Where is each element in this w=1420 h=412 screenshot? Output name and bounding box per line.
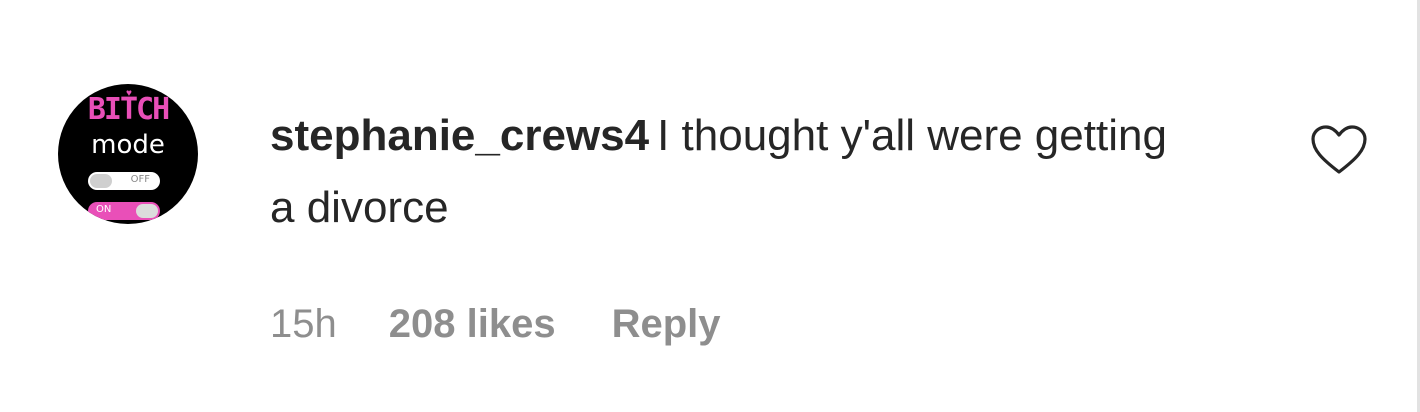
toggle-knob [136,204,158,218]
avatar-toggle-on: ON [88,202,160,220]
avatar[interactable]: ♥ BITCH mode OFF ON [58,84,198,224]
avatar-text-line1: BITCH [87,92,170,127]
reply-button[interactable]: Reply [612,302,721,347]
comment-body: stephanie_crews4 I thought y'all were get… [270,100,1170,244]
avatar-toggle-off: OFF [88,172,160,190]
toggle-off-label: OFF [130,174,150,185]
avatar-text-line2: mode [91,130,165,160]
heart-outline-icon[interactable] [1310,124,1368,176]
comment-row: ♥ BITCH mode OFF ON stephanie_crews4 I th… [0,0,1420,412]
comment-meta: 15h 208 likes Reply [270,302,721,347]
comment-like-count[interactable]: 208 likes [389,302,556,347]
comment-username[interactable]: stephanie_crews4 [270,111,649,160]
toggle-on-label: ON [96,204,112,215]
toggle-knob [90,174,112,188]
comment-timestamp[interactable]: 15h [270,302,337,347]
